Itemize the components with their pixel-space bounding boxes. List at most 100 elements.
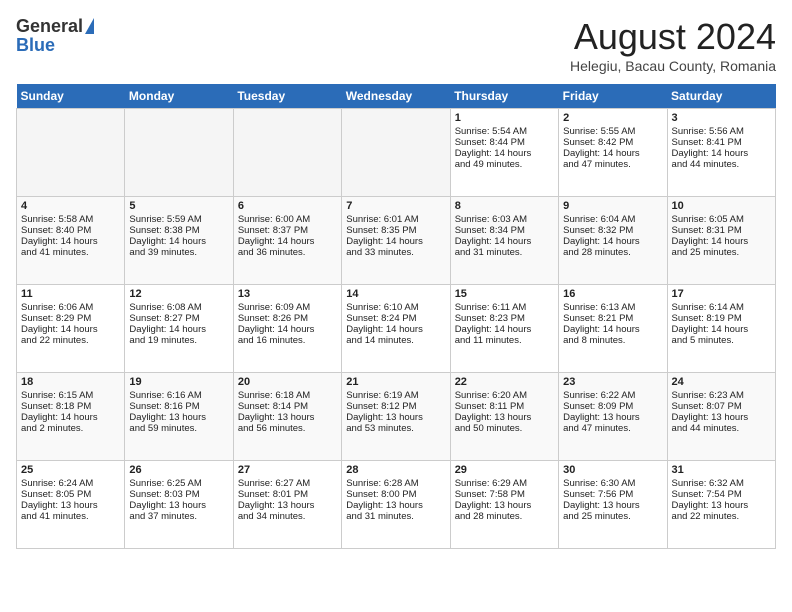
day-info-line: Daylight: 13 hours: [563, 412, 662, 423]
calendar-subtitle: Helegiu, Bacau County, Romania: [570, 58, 776, 74]
day-info-line: Sunset: 8:09 PM: [563, 401, 662, 412]
calendar-cell-2-4: 7Sunrise: 6:01 AMSunset: 8:35 PMDaylight…: [342, 197, 450, 285]
day-info-line: and 59 minutes.: [129, 423, 228, 434]
calendar-cell-5-2: 26Sunrise: 6:25 AMSunset: 8:03 PMDayligh…: [125, 461, 233, 549]
day-info-line: Sunrise: 6:19 AM: [346, 390, 445, 401]
day-info-line: Sunset: 8:01 PM: [238, 489, 337, 500]
day-info-line: Sunrise: 6:20 AM: [455, 390, 554, 401]
day-info-line: Daylight: 14 hours: [672, 148, 771, 159]
day-info-line: Sunrise: 6:08 AM: [129, 302, 228, 313]
day-info-line: Sunrise: 6:11 AM: [455, 302, 554, 313]
day-number: 25: [21, 464, 120, 476]
day-info-line: Sunset: 8:42 PM: [563, 137, 662, 148]
calendar-cell-4-5: 22Sunrise: 6:20 AMSunset: 8:11 PMDayligh…: [450, 373, 558, 461]
day-info-line: Daylight: 14 hours: [672, 236, 771, 247]
calendar-cell-2-1: 4Sunrise: 5:58 AMSunset: 8:40 PMDaylight…: [17, 197, 125, 285]
day-info-line: Sunrise: 5:56 AM: [672, 126, 771, 137]
calendar-cell-2-3: 6Sunrise: 6:00 AMSunset: 8:37 PMDaylight…: [233, 197, 341, 285]
calendar-cell-1-1: [17, 109, 125, 197]
day-number: 17: [672, 288, 771, 300]
day-info-line: and 49 minutes.: [455, 159, 554, 170]
calendar-week-3: 11Sunrise: 6:06 AMSunset: 8:29 PMDayligh…: [17, 285, 776, 373]
day-info-line: Sunset: 8:00 PM: [346, 489, 445, 500]
day-info-line: Sunrise: 6:06 AM: [21, 302, 120, 313]
day-info-line: and 33 minutes.: [346, 247, 445, 258]
calendar-week-1: 1Sunrise: 5:54 AMSunset: 8:44 PMDaylight…: [17, 109, 776, 197]
day-info-line: and 19 minutes.: [129, 335, 228, 346]
day-info-line: Sunset: 8:38 PM: [129, 225, 228, 236]
day-number: 11: [21, 288, 120, 300]
day-info-line: and 53 minutes.: [346, 423, 445, 434]
logo-triangle-icon: [85, 18, 94, 34]
day-info-line: Daylight: 14 hours: [129, 236, 228, 247]
day-info-line: Sunset: 8:26 PM: [238, 313, 337, 324]
day-info-line: Sunset: 8:31 PM: [672, 225, 771, 236]
day-number: 20: [238, 376, 337, 388]
day-number: 6: [238, 200, 337, 212]
day-info-line: Sunrise: 6:04 AM: [563, 214, 662, 225]
day-info-line: and 16 minutes.: [238, 335, 337, 346]
day-info-line: and 2 minutes.: [21, 423, 120, 434]
day-info-line: and 14 minutes.: [346, 335, 445, 346]
calendar-title: August 2024: [570, 16, 776, 58]
day-number: 4: [21, 200, 120, 212]
day-info-line: Daylight: 14 hours: [21, 412, 120, 423]
calendar-cell-4-7: 24Sunrise: 6:23 AMSunset: 8:07 PMDayligh…: [667, 373, 775, 461]
calendar-cell-3-6: 16Sunrise: 6:13 AMSunset: 8:21 PMDayligh…: [559, 285, 667, 373]
day-info-line: and 44 minutes.: [672, 159, 771, 170]
calendar-cell-1-4: [342, 109, 450, 197]
day-info-line: Daylight: 14 hours: [346, 324, 445, 335]
weekday-header-friday: Friday: [559, 84, 667, 109]
calendar-cell-1-6: 2Sunrise: 5:55 AMSunset: 8:42 PMDaylight…: [559, 109, 667, 197]
calendar-cell-3-4: 14Sunrise: 6:10 AMSunset: 8:24 PMDayligh…: [342, 285, 450, 373]
day-info-line: Daylight: 14 hours: [238, 324, 337, 335]
calendar-cell-3-7: 17Sunrise: 6:14 AMSunset: 8:19 PMDayligh…: [667, 285, 775, 373]
day-info-line: and 44 minutes.: [672, 423, 771, 434]
day-info-line: Daylight: 14 hours: [455, 324, 554, 335]
day-info-line: Sunset: 8:21 PM: [563, 313, 662, 324]
calendar-cell-1-5: 1Sunrise: 5:54 AMSunset: 8:44 PMDaylight…: [450, 109, 558, 197]
calendar-cell-5-3: 27Sunrise: 6:27 AMSunset: 8:01 PMDayligh…: [233, 461, 341, 549]
day-number: 26: [129, 464, 228, 476]
day-number: 7: [346, 200, 445, 212]
day-info-line: Sunset: 8:37 PM: [238, 225, 337, 236]
calendar-cell-3-3: 13 Sunrise: 6:09 AMSunset: 8:26 PMDayligh…: [233, 285, 341, 373]
day-info-line: Sunrise: 6:09 AM: [238, 302, 337, 313]
calendar-cell-5-1: 25Sunrise: 6:24 AMSunset: 8:05 PMDayligh…: [17, 461, 125, 549]
day-info-line: Daylight: 13 hours: [346, 500, 445, 511]
day-info-line: Sunrise: 6:24 AM: [21, 478, 120, 489]
weekday-header-tuesday: Tuesday: [233, 84, 341, 109]
day-number: 31: [672, 464, 771, 476]
day-info-line: Daylight: 13 hours: [21, 500, 120, 511]
day-info-line: Sunset: 7:54 PM: [672, 489, 771, 500]
day-info-line: and 37 minutes.: [129, 511, 228, 522]
day-info-line: and 5 minutes.: [672, 335, 771, 346]
day-info-line: Daylight: 13 hours: [672, 412, 771, 423]
calendar-cell-1-7: 3Sunrise: 5:56 AMSunset: 8:41 PMDaylight…: [667, 109, 775, 197]
day-info-line: Sunset: 8:03 PM: [129, 489, 228, 500]
day-number: 13: [238, 288, 337, 300]
calendar-cell-4-4: 21Sunrise: 6:19 AMSunset: 8:12 PMDayligh…: [342, 373, 450, 461]
weekday-header-thursday: Thursday: [450, 84, 558, 109]
day-info-line: Daylight: 14 hours: [21, 324, 120, 335]
day-info-line: and 41 minutes.: [21, 247, 120, 258]
day-info-line: Sunset: 8:19 PM: [672, 313, 771, 324]
day-info-line: Sunrise: 6:30 AM: [563, 478, 662, 489]
day-info-line: and 28 minutes.: [563, 247, 662, 258]
day-info-line: Daylight: 14 hours: [672, 324, 771, 335]
day-info-line: Daylight: 13 hours: [455, 500, 554, 511]
day-info-line: Sunrise: 6:16 AM: [129, 390, 228, 401]
weekday-header-wednesday: Wednesday: [342, 84, 450, 109]
day-info-line: and 28 minutes.: [455, 511, 554, 522]
day-info-line: Daylight: 13 hours: [238, 412, 337, 423]
day-info-line: Sunrise: 6:28 AM: [346, 478, 445, 489]
calendar-cell-4-2: 19Sunrise: 6:16 AMSunset: 8:16 PMDayligh…: [125, 373, 233, 461]
calendar-cell-2-7: 10Sunrise: 6:05 AMSunset: 8:31 PMDayligh…: [667, 197, 775, 285]
day-info-line: Sunrise: 6:25 AM: [129, 478, 228, 489]
day-info-line: and 41 minutes.: [21, 511, 120, 522]
day-info-line: Sunrise: 6:05 AM: [672, 214, 771, 225]
calendar-cell-3-2: 12Sunrise: 6:08 AMSunset: 8:27 PMDayligh…: [125, 285, 233, 373]
day-number: 22: [455, 376, 554, 388]
day-info-line: Daylight: 13 hours: [238, 500, 337, 511]
day-info-line: and 8 minutes.: [563, 335, 662, 346]
